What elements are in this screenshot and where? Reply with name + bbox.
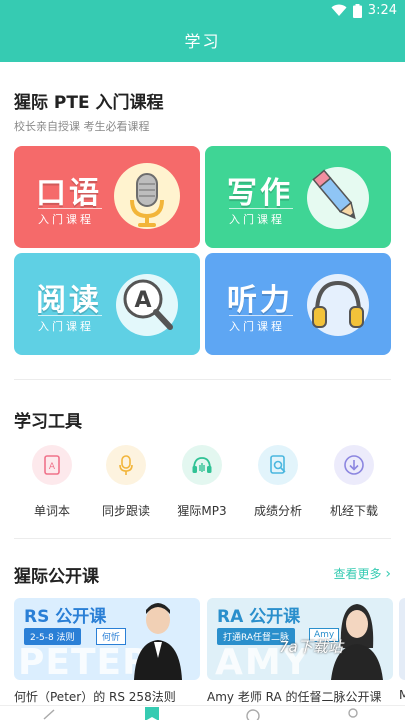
tools-title: 学习工具	[14, 412, 82, 432]
svg-text:A: A	[49, 462, 56, 472]
course-card-partial[interactable]	[399, 598, 405, 680]
magnifier-icon: A	[116, 274, 178, 336]
microphone-icon	[106, 445, 146, 485]
chevron-right-icon: ›	[385, 566, 391, 582]
card-title: 听力	[227, 283, 293, 318]
course-banner: RA 公开课	[217, 607, 301, 627]
reading-course-card[interactable]: 阅读 入门课程 A	[14, 253, 200, 355]
card-divider	[38, 208, 102, 209]
vocabulary-book-icon: A	[32, 445, 72, 485]
app-bar-title: 学习	[0, 24, 405, 62]
tools-row: A 单词本 同步跟读 猩际MP3 成绩分析 机经下载	[0, 445, 405, 525]
course-caption[interactable]: Amy 老师 RA 的任督二脉公开课	[207, 688, 382, 705]
battery-icon	[352, 3, 362, 18]
intro-course-subtitle: 校长亲自授课 考生必看课程	[14, 120, 150, 133]
tool-score-analysis[interactable]: 成绩分析	[240, 445, 316, 519]
bottom-tab-bar	[0, 705, 405, 720]
tab-study-icon[interactable]	[144, 707, 160, 720]
card-subtitle: 入门课程	[229, 320, 285, 333]
site-watermark: 7a下载站	[279, 638, 343, 656]
course-tag: 2-5-8 法则	[24, 628, 81, 645]
tool-shadow-reading[interactable]: 同步跟读	[88, 445, 164, 519]
writing-course-card[interactable]: 写作 入门课程	[205, 146, 391, 248]
tab-profile-icon[interactable]	[346, 708, 360, 720]
tab-discover-icon[interactable]	[246, 708, 260, 720]
card-divider	[229, 315, 293, 316]
download-icon	[334, 445, 374, 485]
listening-course-card[interactable]: 听力 入门课程	[205, 253, 391, 355]
course-caption-partial: M	[399, 688, 405, 702]
course-card-rs[interactable]: PETER RS 公开课 2-5-8 法则 何忻	[14, 598, 200, 680]
course-caption[interactable]: 何忻（Peter）的 RS 258法则	[14, 688, 176, 705]
pencil-icon	[307, 167, 369, 229]
tool-label: 同步跟读	[101, 504, 150, 518]
course-card-ra[interactable]: AMY RA 公开课 打通RA任督二脉 Amy 7a下载站	[207, 598, 393, 680]
card-title: 口语	[36, 176, 102, 211]
tool-label: 单词本	[33, 504, 70, 518]
tool-label: 猩际MP3	[177, 504, 227, 518]
microphone-icon	[114, 163, 180, 229]
card-divider	[229, 208, 293, 209]
card-divider	[38, 315, 102, 316]
score-analysis-icon	[258, 445, 298, 485]
tool-vocabulary[interactable]: A 单词本	[14, 445, 90, 519]
intro-course-title: 猩际 PTE 入门课程	[14, 93, 164, 113]
magnifier-letter: A	[134, 288, 151, 313]
course-banner: RS 公开课	[24, 607, 107, 627]
teacher-photo	[134, 603, 182, 680]
teacher-tag: 何忻	[96, 628, 127, 645]
card-title: 阅读	[36, 283, 102, 318]
tool-label: 机经下载	[329, 504, 378, 518]
tool-download[interactable]: 机经下载	[316, 445, 392, 519]
card-subtitle: 入门课程	[229, 213, 285, 226]
status-bar: 3:24	[0, 0, 405, 24]
wifi-icon	[331, 4, 347, 16]
tab-home-icon[interactable]	[42, 708, 56, 720]
section-divider	[14, 379, 391, 380]
section-divider	[14, 538, 391, 539]
card-subtitle: 入门课程	[38, 213, 94, 226]
status-time: 3:24	[367, 3, 397, 18]
headphones-icon	[307, 274, 369, 336]
headphones-icon	[182, 445, 222, 485]
card-title: 写作	[227, 176, 293, 211]
view-more-label: 查看更多	[333, 567, 382, 581]
view-more-link[interactable]: 查看更多 ›	[334, 565, 391, 582]
tool-label: 成绩分析	[253, 504, 302, 518]
speaking-course-card[interactable]: 口语 入门课程	[14, 146, 200, 248]
card-subtitle: 入门课程	[38, 320, 94, 333]
tool-mp3[interactable]: 猩际MP3	[164, 445, 240, 519]
open-courses-title: 猩际公开课	[14, 567, 99, 587]
